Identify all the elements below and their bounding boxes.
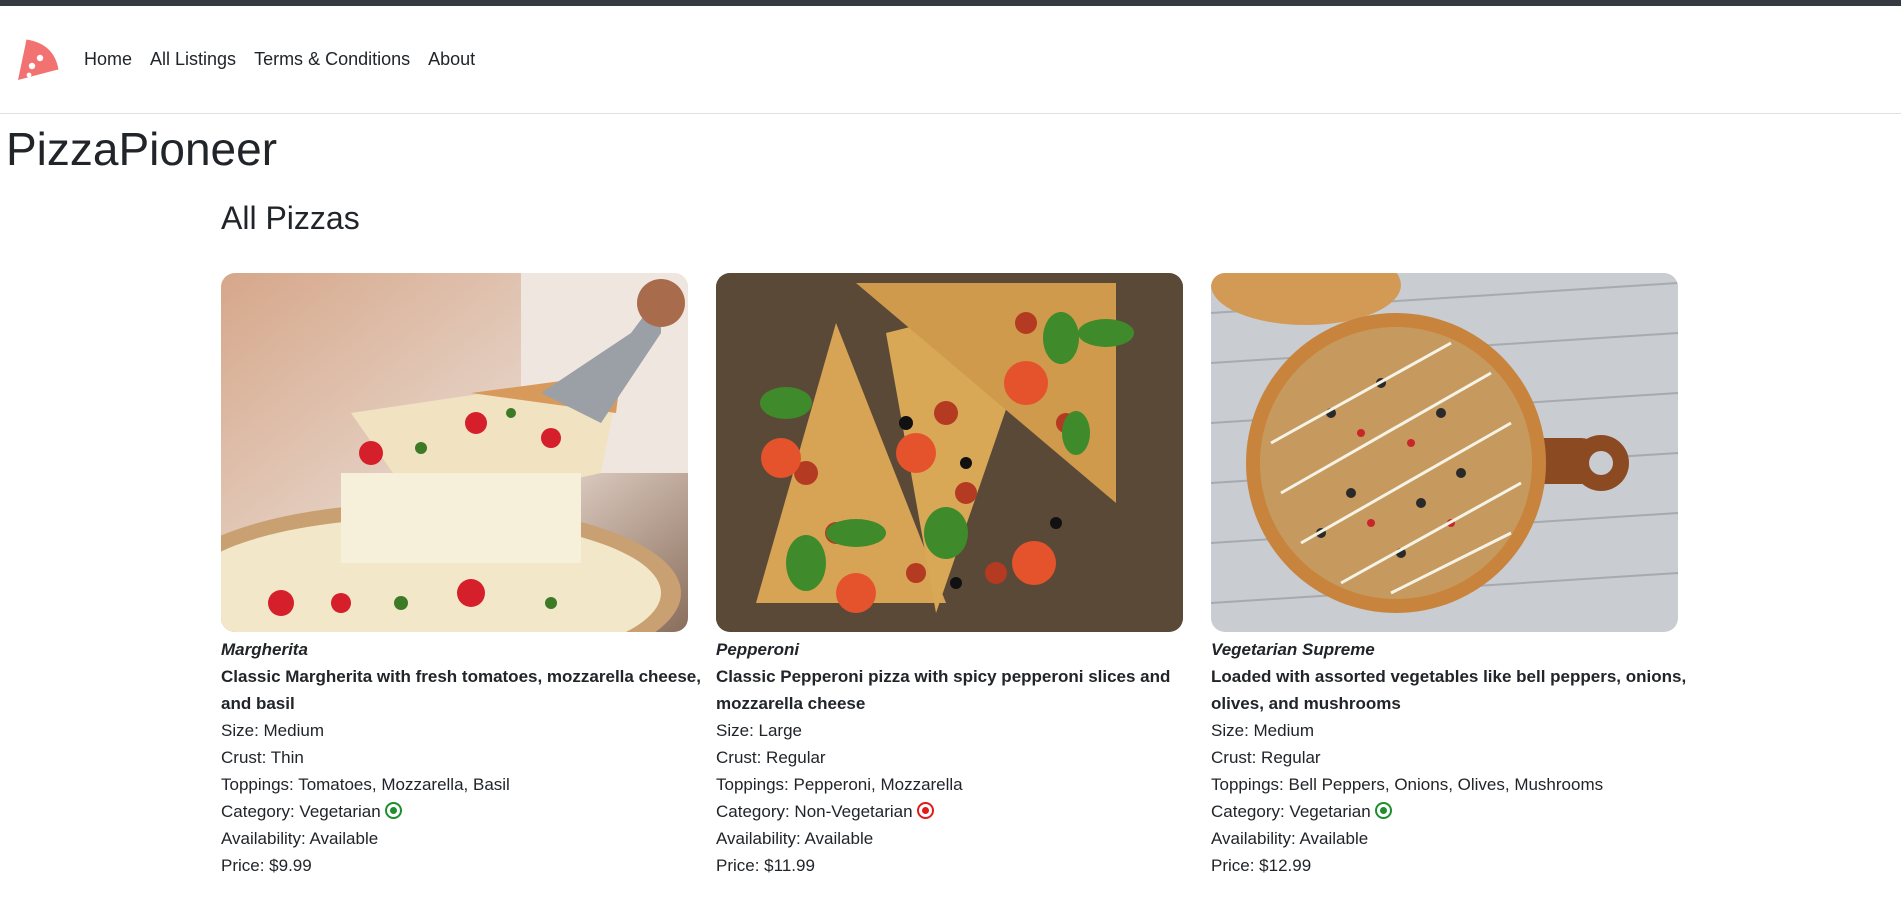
pizza-crust: Crust: Thin [221,748,304,767]
pizza-image[interactable] [716,273,1183,632]
pizza-card-list: Margherita Classic Margherita with fresh… [221,273,1841,879]
nav-link-about[interactable]: About [428,49,475,70]
pizza-category-label: Category: Vegetarian [1211,802,1371,821]
pizza-category: Category: Vegetarian [221,798,716,825]
pizza-crust: Crust: Regular [1211,748,1321,767]
pizza-name[interactable]: Margherita [221,636,716,663]
pizza-description: Classic Pepperoni pizza with spicy peppe… [716,667,1171,713]
nav-link-home[interactable]: Home [84,49,132,70]
pizza-size: Size: Medium [1211,721,1314,740]
pizza-category: Category: Non-Vegetarian [716,798,1211,825]
pizza-card[interactable]: Margherita Classic Margherita with fresh… [221,273,716,879]
pizza-section: All Pizzas Margherita Classic Margherita… [221,200,1841,879]
pizza-price: Price: $11.99 [716,856,815,875]
pizza-toppings: Toppings: Tomatoes, Mozzarella, Basil [221,775,510,794]
pizza-price: Price: $12.99 [1211,856,1312,875]
pizza-slice-icon[interactable] [12,36,60,84]
nav-link-terms[interactable]: Terms & Conditions [254,49,410,70]
pizza-name[interactable]: Vegetarian Supreme [1211,636,1706,663]
pizza-toppings: Toppings: Bell Peppers, Onions, Olives, … [1211,775,1604,794]
pizza-card[interactable]: Vegetarian Supreme Loaded with assorted … [1211,273,1706,879]
pizza-category: Category: Vegetarian [1211,798,1706,825]
pizza-price: Price: $9.99 [221,856,312,875]
nav-link-all-listings[interactable]: All Listings [150,49,236,70]
section-title: All Pizzas [221,200,360,236]
pizza-availability: Availability: Available [716,829,874,848]
pizza-availability: Availability: Available [1211,829,1369,848]
pizza-name[interactable]: Pepperoni [716,636,1211,663]
navbar: Home All Listings Terms & Conditions Abo… [0,6,1901,114]
pizza-category-label: Category: Non-Vegetarian [716,802,913,821]
pizza-description: Loaded with assorted vegetables like bel… [1211,667,1687,713]
pizza-description: Classic Margherita with fresh tomatoes, … [221,667,701,713]
pizza-toppings: Toppings: Pepperoni, Mozzarella [716,775,963,794]
pizza-category-label: Category: Vegetarian [221,802,381,821]
non-veg-indicator-icon [916,802,934,819]
pizza-card[interactable]: Pepperoni Classic Pepperoni pizza with s… [716,273,1211,879]
pizza-availability: Availability: Available [221,829,379,848]
pizza-crust: Crust: Regular [716,748,826,767]
veg-indicator-icon [384,802,402,819]
veg-indicator-icon [1374,802,1392,819]
pizza-image[interactable] [221,273,688,632]
pizza-image[interactable] [1211,273,1678,632]
pizza-size: Size: Medium [221,721,324,740]
pizza-size: Size: Large [716,721,802,740]
site-title: PizzaPioneer [6,123,278,175]
